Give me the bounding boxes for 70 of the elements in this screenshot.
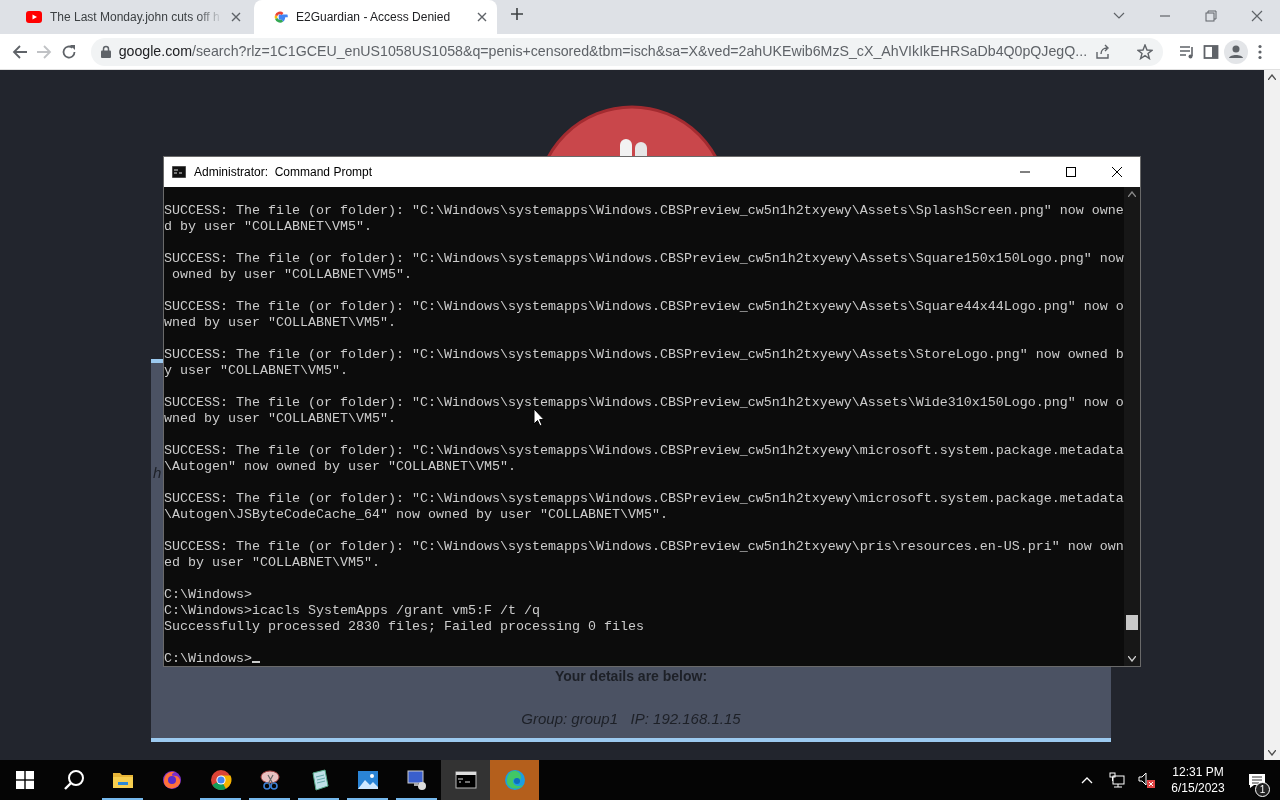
search-icon <box>62 769 85 791</box>
console-app-icon <box>172 166 186 178</box>
notifications-button[interactable]: 1 <box>1242 760 1272 800</box>
reload-icon <box>60 43 77 60</box>
text-cursor <box>252 661 260 663</box>
browser-tab[interactable]: E2Guardian - Access Denied <box>254 0 497 34</box>
details-heading: Your details are below: <box>553 666 709 686</box>
terminal-icon <box>454 769 477 791</box>
notification-count: 1 <box>1255 782 1270 797</box>
console-line: C:\Windows>icacls SystemApps /grant vm5:F /t /q <box>164 603 540 619</box>
play-icon <box>26 11 42 23</box>
console-line: SUCCESS: The file (or folder): "C:\Windows\systemapps\Windows.CBSPreview_cw5n1h2txyewy\Assets\Square150x150Logo.png" now <box>164 251 1124 267</box>
close-icon <box>1251 10 1263 22</box>
taskbar-button[interactable] <box>441 760 490 800</box>
plus-icon <box>510 7 524 21</box>
details-text: Group: group1 IP: 192.168.1.15 <box>520 708 742 729</box>
wheel-icon <box>209 769 232 791</box>
chevron-up-icon <box>1081 776 1093 784</box>
console-line: wned by user "COLLABNET\VM5". <box>164 315 396 331</box>
scroll-up-icon[interactable] <box>1128 191 1136 197</box>
console-scrollbar[interactable] <box>1124 187 1140 666</box>
console-line: SUCCESS: The file (or folder): "C:\Windows\systemapps\Windows.CBSPreview_cw5n1h2txyewy\microsoft.system.package.metadata <box>164 443 1124 459</box>
scissors-icon <box>258 769 281 791</box>
console-line: \Autogen" now owned by user "COLLABNET\VM5". <box>164 459 516 475</box>
swirl-icon <box>503 769 526 791</box>
mouse-pointer-icon <box>533 408 545 427</box>
scroll-thumb[interactable] <box>1126 615 1138 630</box>
muted-speaker-icon <box>1138 772 1156 788</box>
page-scrollbar[interactable] <box>1264 70 1280 760</box>
playlist-icon <box>1179 43 1196 60</box>
close-icon <box>1111 166 1123 178</box>
clock-button[interactable]: 12:31 PM 6/15/2023 <box>1162 760 1234 800</box>
scroll-down-icon[interactable] <box>1268 750 1276 756</box>
console-line: C:\Windows> <box>164 651 252 666</box>
address-bar[interactable]: google.com/search?rlz=1C1GCEU_enUS1058US1058&q=penis+censored&tbm=isch&sa=X&ved=2ahUKEwib6MzS_cX_AhVIkIkEHRSaDb4Q0pQJegQ... <box>90 37 1164 66</box>
share-icon[interactable] <box>1095 43 1112 60</box>
console-line: SUCCESS: The file (or folder): "C:\Windows\systemapps\Windows.CBSPreview_cw5n1h2txyewy\Assets\StoreLogo.png" now owned b <box>164 347 1124 363</box>
console-line: \Autogen\JSByteCodeCache_64" now owned by user "COLLABNET\VM5". <box>164 507 668 523</box>
forward-arrow-icon <box>36 43 53 60</box>
close-icon[interactable] <box>231 12 241 22</box>
lock-icon <box>100 45 111 58</box>
person-icon <box>1223 39 1248 64</box>
star-icon[interactable] <box>1137 43 1154 60</box>
restore-icon <box>1205 10 1217 22</box>
side-panel-icon <box>1203 43 1220 60</box>
console-line: d by user "COLLABNET\VM5". <box>164 219 372 235</box>
scroll-up-icon[interactable] <box>1268 74 1276 80</box>
console-line: owned by user "COLLABNET\VM5". <box>171 267 412 283</box>
console-line: SUCCESS: The file (or folder): "C:\Windows\systemapps\Windows.CBSPreview_cw5n1h2txyewy\Assets\SplashScreen.png" now owne <box>164 203 1124 219</box>
console-line: Successfully processed 2830 files; Failed processing 0 files <box>164 619 644 635</box>
kebab-menu-icon <box>1257 43 1262 60</box>
console-line: SUCCESS: The file (or folder): "C:\Windows\systemapps\Windows.CBSPreview_cw5n1h2txyewy\pris\resources.en-US.pri" now own <box>164 539 1124 555</box>
console-line: SUCCESS: The file (or folder): "C:\Windows\systemapps\Windows.CBSPreview_cw5n1h2txyewy\microsoft.system.package.metadata <box>164 491 1124 507</box>
network-icon <box>1109 772 1125 788</box>
console-line: SUCCESS: The file (or folder): "C:\Windows\systemapps\Windows.CBSPreview_cw5n1h2txyewy\Assets\Wide310x150Logo.png" now o <box>164 395 1124 411</box>
console-line: SUCCESS: The file (or folder): "C:\Windows\systemapps\Windows.CBSPreview_cw5n1h2txyewy\Assets\Square44x44Logo.png" now o <box>164 299 1124 315</box>
console-line: y user "COLLABNET\VM5". <box>164 363 348 379</box>
close-icon[interactable] <box>477 12 487 22</box>
console-line: ed by user "COLLABNET\VM5". <box>164 555 380 571</box>
image-icon <box>356 769 379 791</box>
panel-text: h <box>153 463 162 483</box>
g-letter-icon <box>272 9 288 25</box>
window-title: Administrator: Command Prompt <box>194 164 374 181</box>
computer-icon <box>405 769 428 791</box>
back-arrow-icon <box>12 43 29 60</box>
console-line: C:\Windows> <box>164 587 252 603</box>
start-icon <box>15 771 34 789</box>
fox-icon <box>160 769 183 791</box>
maximize-icon <box>1065 166 1077 178</box>
console-line: wned by user "COLLABNET\VM5". <box>164 411 396 427</box>
